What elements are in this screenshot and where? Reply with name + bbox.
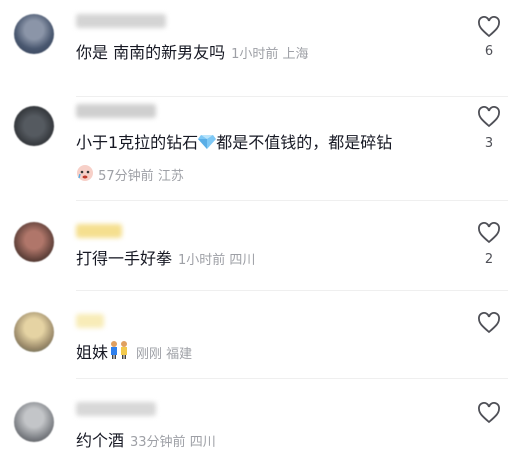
username[interactable] bbox=[76, 314, 104, 328]
username[interactable] bbox=[76, 104, 156, 118]
like-count: 2 bbox=[484, 252, 494, 267]
username[interactable] bbox=[76, 224, 122, 238]
like-heart-icon[interactable] bbox=[477, 16, 501, 38]
comment-text: 姐妹 刚刚 福建 bbox=[76, 340, 192, 366]
comment-text: 打得一手好拳 1小时前 四川 bbox=[76, 248, 255, 272]
comment-item: 小于1克拉的钻石 都是不值钱的，都是碎钻 57分钟前 江苏 3 bbox=[0, 98, 508, 198]
username[interactable] bbox=[76, 14, 166, 28]
comment-item: 打得一手好拳 1小时前 四川 2 bbox=[0, 204, 508, 294]
comment-body-end: 都是不值钱的，都是碎钻 bbox=[216, 133, 393, 152]
like-heart-icon[interactable] bbox=[477, 222, 501, 244]
comment-text: 约个酒 33分钟前 四川 bbox=[76, 430, 216, 454]
gem-emoji-icon bbox=[198, 134, 217, 156]
divider bbox=[76, 200, 508, 201]
avatar[interactable] bbox=[14, 106, 54, 146]
like-heart-icon[interactable] bbox=[477, 106, 501, 128]
like-heart-icon[interactable] bbox=[477, 402, 501, 424]
comment-body: 约个酒 bbox=[76, 431, 125, 450]
divider bbox=[76, 290, 508, 291]
sisters-emoji-icon bbox=[108, 340, 130, 366]
comment-meta: 1小时前 四川 bbox=[178, 253, 256, 268]
comment-text: 你是 南南的新男友吗 1小时前 上海 bbox=[76, 42, 309, 66]
like-count: 3 bbox=[484, 136, 494, 151]
divider bbox=[76, 378, 508, 379]
comment-meta: 33分钟前 四川 bbox=[130, 435, 216, 450]
comment-meta: 1小时前 上海 bbox=[231, 47, 309, 62]
avatar[interactable] bbox=[14, 402, 54, 442]
comment-body-start: 小于1克拉的钻石 bbox=[76, 133, 199, 152]
comment-body: 你是 南南的新男友吗 bbox=[76, 43, 226, 62]
avatar[interactable] bbox=[14, 14, 54, 54]
comment-item: 约个酒 33分钟前 四川 bbox=[0, 384, 508, 469]
avatar[interactable] bbox=[14, 222, 54, 262]
comment-meta: 57分钟前 江苏 bbox=[98, 169, 184, 184]
comment-text: 小于1克拉的钻石 都是不值钱的，都是碎钻 bbox=[76, 132, 392, 156]
comment-meta: 刚刚 福建 bbox=[136, 347, 193, 362]
comment-item: 你是 南南的新男友吗 1小时前 上海 6 bbox=[0, 0, 508, 100]
comment-body: 打得一手好拳 bbox=[76, 249, 173, 268]
like-count: 6 bbox=[484, 44, 494, 59]
username[interactable] bbox=[76, 402, 156, 416]
comment-meta-row: 57分钟前 江苏 bbox=[76, 164, 184, 188]
avatar[interactable] bbox=[14, 312, 54, 352]
crying-face-icon bbox=[76, 164, 94, 188]
comment-body: 姐妹 bbox=[76, 343, 109, 362]
like-heart-icon[interactable] bbox=[477, 312, 501, 334]
comment-item: 姐妹 刚刚 福建 bbox=[0, 294, 508, 384]
divider bbox=[76, 96, 508, 97]
